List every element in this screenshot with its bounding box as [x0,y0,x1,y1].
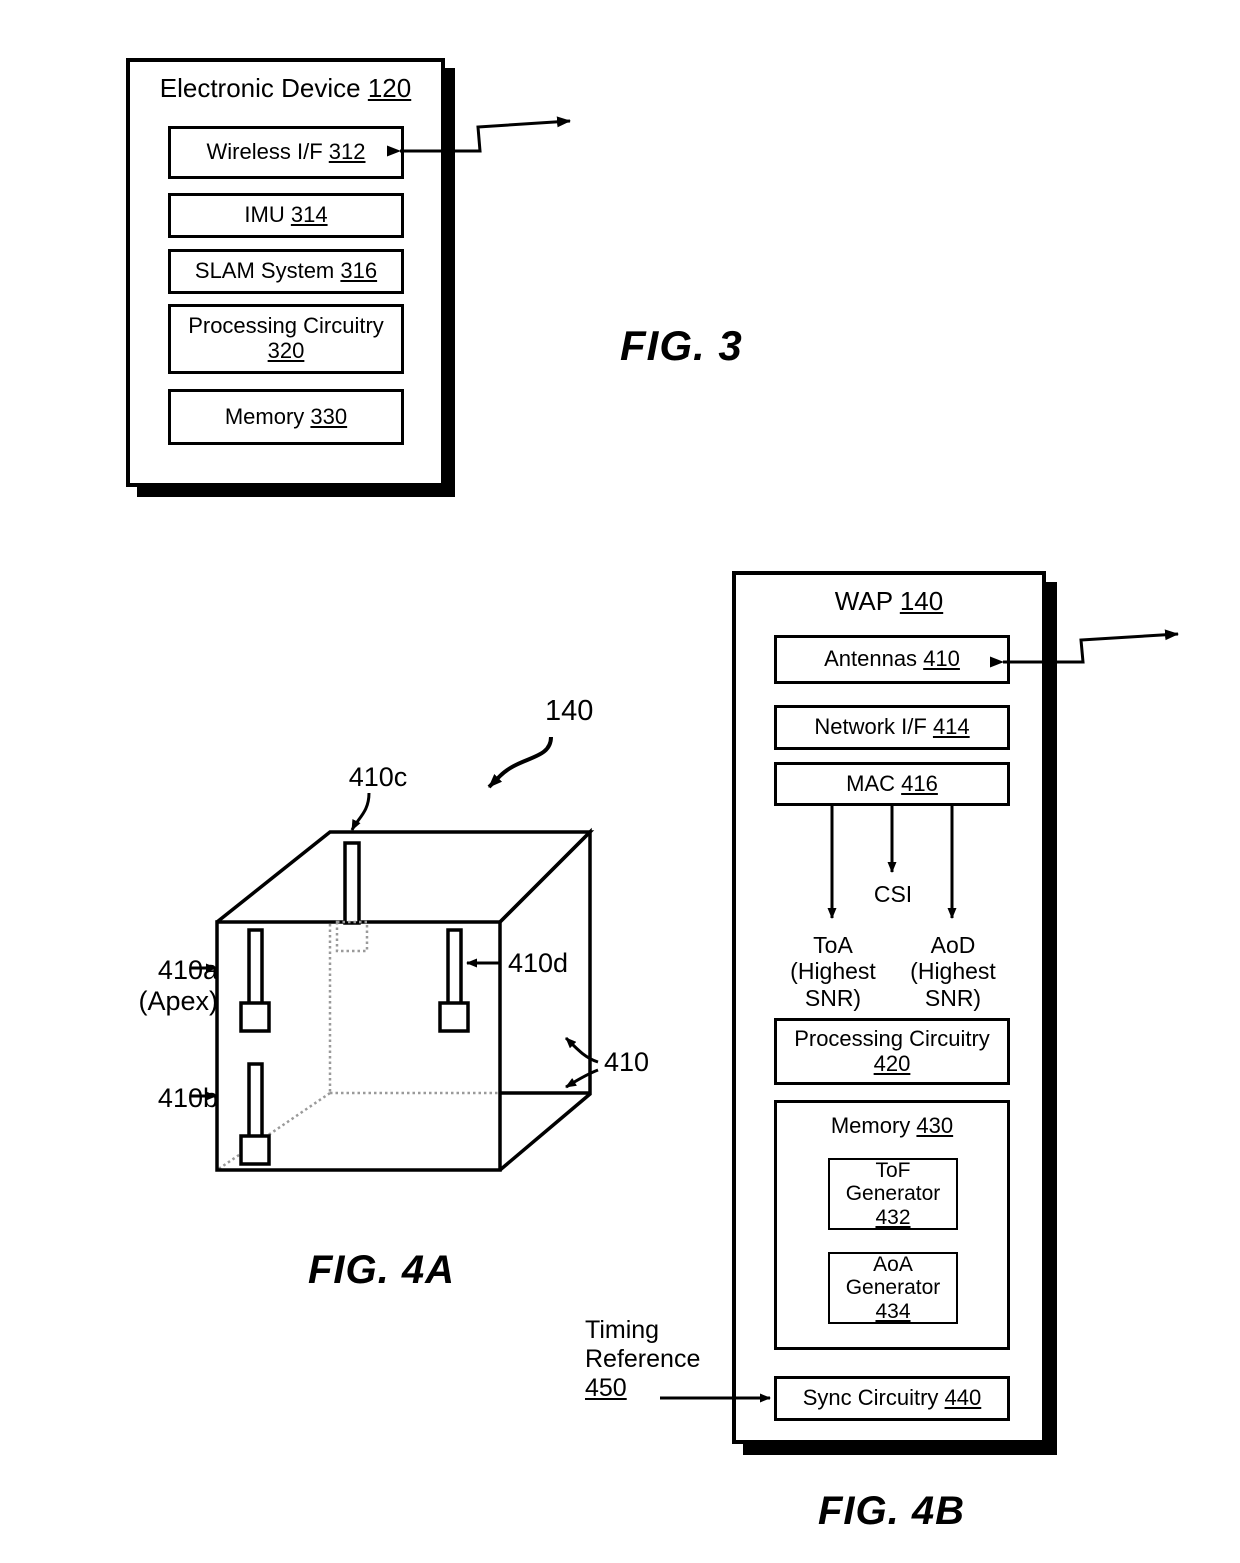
figure3-block-wireless-if-text: Wireless I/F 312 [206,139,366,165]
figure4b-output-aod: AoD (Highest SNR) [888,932,1018,1011]
figure3-shadow-bottom [137,486,455,497]
figure3-title: Electronic Device 120 [126,74,445,103]
figure4a-antenna-410c [335,841,369,953]
figure4b-output-toa-line2: (Highest [790,958,876,985]
figure4b-block-antennas-text: Antennas 410 [824,646,960,672]
figure4b-timing-line2: Reference [585,1344,701,1373]
figure4b-block-0-ref: 410 [923,646,960,672]
figure4b-memory-label: Memory [830,1113,911,1138]
figure4b-title: WAP 140 [732,587,1046,616]
figure4b-block-1-ref: 414 [932,714,970,740]
figure3-block-4-ref: 330 [310,403,348,429]
figure4b-block-mac-text: MAC 416 [846,770,938,797]
figure4b-block-mac[interactable]: MAC 416 [774,762,1010,806]
figure4b-block-antennas[interactable]: Antennas 410 [774,635,1010,684]
figure4b-aoa-label: AoA Generator [845,1252,941,1300]
figure4b-processing-ref: 420 [873,1050,911,1076]
figure3-block-slam-system[interactable]: SLAM System 316 [168,249,404,294]
figure4b-sync-text: Sync Circuitry 440 [802,1385,982,1411]
figure4a-caption: FIG. 4A [308,1248,456,1292]
figure4b-block-2-label: MAC [846,770,896,796]
figure4b-output-aod-line2: (Highest [910,958,996,985]
figure3-block-1-ref: 314 [290,202,328,228]
figure4a-leader-410-lower [565,1068,599,1089]
figure4a-leader-410-upper [564,1036,599,1064]
figure4b-sync-ref: 440 [944,1385,982,1411]
figure4b-memory-ref: 430 [916,1113,954,1138]
figure4a-antenna-group-label: 410 [604,1047,650,1077]
figure4b-block-aoa-generator[interactable]: AoA Generator 434 [828,1252,958,1324]
figure4a-cube-hidden-edges [216,924,500,1172]
figure4b-output-csi: CSI [873,881,913,907]
figure4a-leader-410c [350,792,371,831]
figure4b-timing-ref: 450 [585,1373,627,1402]
figure3-block-2-ref: 316 [340,258,378,284]
figure4a-device-ref-label: 140 [545,695,594,727]
patent-drawing-sheet: Electronic Device 120 Wireless I/F 312 I… [0,0,1240,1563]
figure4b-caption: FIG. 4B [818,1489,966,1533]
figure4b-output-aod-line3: SNR) [924,984,982,1011]
figure4b-timing-reference-label: Timing Reference 450 [585,1316,700,1402]
figure3-block-memory[interactable]: Memory 330 [168,389,404,445]
figure4a-antenna-410d [438,928,470,1033]
figure3-block-wireless-if[interactable]: Wireless I/F 312 [168,126,404,179]
figure4b-output-toa-label: ToA [813,932,853,958]
figure3-block-processing-label: Processing Circuitry [188,313,384,339]
figure4a-antenna-410a-note: (Apex) [138,986,218,1017]
figure3-block-slam-text: SLAM System 316 [194,258,378,284]
figure3-block-0-label: Wireless I/F [206,139,323,165]
figure4b-title-text: WAP [834,586,893,616]
figure3-block-memory-text: Memory 330 [224,403,348,430]
figure4a-antenna-410c-label: 410c [348,762,408,792]
figure3-block-2-label: SLAM System [194,258,335,284]
figure4b-block-1-label: Network I/F [814,714,927,740]
figure4a-antenna-410a-id: 410a [157,955,218,985]
figure4b-title-ref: 140 [899,586,944,616]
figure4b-timing-line1: Timing [585,1316,660,1344]
figure4b-shadow-bottom [743,1443,1057,1455]
figure4b-block-processing-circuitry[interactable]: Processing Circuitry 420 [774,1018,1010,1085]
figure4b-block-2-ref: 416 [901,770,938,796]
figure3-block-processing-circuitry[interactable]: Processing Circuitry 320 [168,304,404,374]
figure4b-block-network-if[interactable]: Network I/F 414 [774,705,1010,750]
figure3-title-text: Electronic Device [159,73,361,103]
figure4b-block-network-if-text: Network I/F 414 [814,714,970,740]
figure4a-antenna-410a [239,928,271,1033]
figure4a-antenna-410a-label: 410a (Apex) [108,955,218,1017]
figure4b-block-sync-circuitry[interactable]: Sync Circuitry 440 [774,1376,1010,1421]
figure4b-block-0-label: Antennas [824,646,918,672]
figure4a-antenna-410b-label: 410b [157,1083,218,1113]
figure3-title-ref: 120 [367,73,412,103]
figure4a-antenna-410d-label: 410d [508,948,569,978]
figure3-caption: FIG. 3 [620,322,743,369]
figure3-block-4-label: Memory [224,403,305,429]
figure4b-aoa-ref: 434 [875,1299,911,1323]
figure3-shadow-right [444,68,455,497]
figure4b-tof-ref: 432 [875,1205,911,1229]
figure3-block-0-ref: 312 [328,139,366,165]
figure4b-block-tof-generator[interactable]: ToF Generator 432 [828,1158,958,1230]
figure4b-shadow-right [1045,582,1057,1455]
figure4b-output-toa: ToA (Highest SNR) [768,932,898,1011]
figure4b-output-aod-label: AoD [930,932,976,958]
figure4a-antenna-410b [239,1062,271,1166]
figure3-block-1-label: IMU [244,202,285,228]
figure3-block-processing-ref: 320 [267,338,305,363]
figure3-block-imu[interactable]: IMU 314 [168,193,404,238]
figure4b-sync-label: Sync Circuitry [802,1385,939,1411]
figure4b-memory-header: Memory 430 [830,1113,954,1139]
figure4b-processing-label: Processing Circuitry [794,1025,990,1051]
figure3-block-imu-text: IMU 314 [244,202,328,228]
figure4a-cube-edges [215,827,595,1172]
figure4b-tof-label: ToF Generator [845,1158,941,1206]
figure4b-output-toa-line3: SNR) [804,984,862,1011]
figure4a-leader-140 [487,736,553,789]
